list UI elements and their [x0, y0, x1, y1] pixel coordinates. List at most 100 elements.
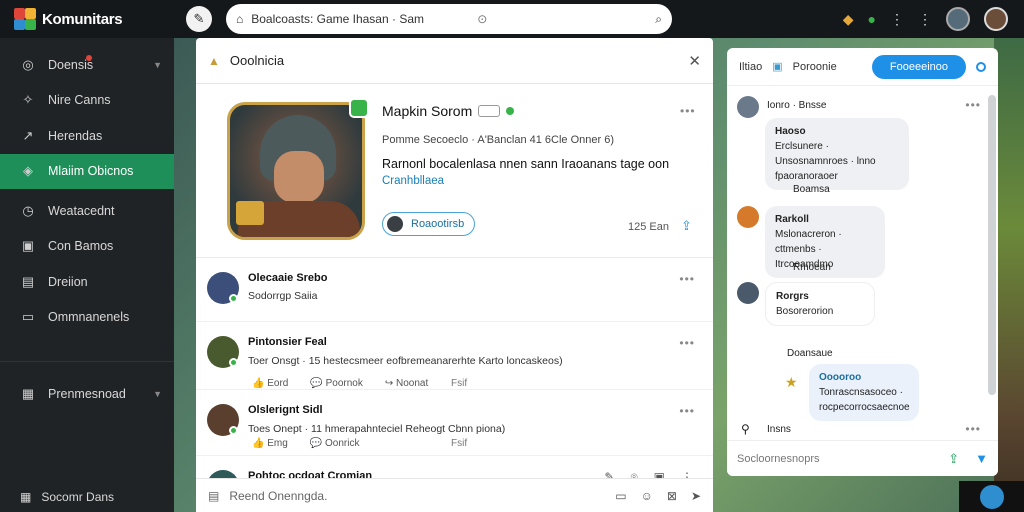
chat-scrollbar[interactable]	[988, 95, 996, 395]
sidebar-item-home[interactable]: ◎ Doensis ▼	[0, 47, 174, 83]
pen-icon: ✎	[193, 11, 205, 26]
status-dot-icon[interactable]	[976, 61, 986, 72]
chat-input-placeholder: Socloornesnoprs	[737, 452, 820, 465]
mini-avatar	[387, 216, 403, 232]
trending-icon: ↗	[22, 127, 34, 143]
post: Olslerignt Sidl Toes Onept · 11 hmerapah…	[196, 390, 713, 456]
share-icon[interactable]: ⇪	[948, 451, 959, 467]
bubble-title: Ooooroo	[819, 372, 862, 383]
compose-button[interactable]: ✎	[186, 6, 212, 32]
bubble-title: Rorgrs	[776, 291, 809, 302]
sidebar-item-trending[interactable]: ↗ Herendas	[0, 118, 174, 154]
chat-message: ⚲ Insns •••	[727, 418, 989, 442]
more-icon[interactable]: •••	[965, 422, 981, 436]
sidebar-item-chart[interactable]: ▤ Dreiion	[0, 264, 174, 300]
post-author[interactable]: Olecaaie Srebo	[248, 272, 328, 284]
panel-header: ▲ Ooolnicia ✕	[196, 38, 713, 84]
sidebar-item-games[interactable]: ▦ Prenmesnoad ▼	[0, 376, 174, 411]
composer-input[interactable]: ▤ Reend Onenngda. ▭ ☺ ⊠ ➤	[196, 478, 713, 512]
gamepad-icon: ▦	[21, 385, 35, 401]
sidebar-item-pins[interactable]: ✧ Nire Canns	[0, 83, 174, 119]
game-icon[interactable]: ◆	[843, 11, 854, 28]
gallery-icon[interactable]: ▭	[615, 489, 626, 503]
send-icon[interactable]: ➤	[691, 489, 701, 503]
friends-icon[interactable]: ●	[868, 11, 876, 27]
search-input[interactable]: ⌂ Boalcoasts: Game Ihasan · Sam ⊙ ⌕	[226, 4, 672, 34]
post-text: Sodorrgp Saiia	[248, 290, 318, 302]
post-meta: Fsif	[451, 438, 468, 449]
sidebar-item-folder[interactable]: ▭ Ommnanenels	[0, 300, 174, 336]
chat-input-tools: ⇪ ▼	[948, 451, 988, 467]
sidebar-item-recent[interactable]: ◷ Weatacednt	[0, 193, 174, 229]
profile-action-button[interactable]: Roaootirsb	[382, 212, 476, 236]
share-button[interactable]: ↪ Noonat	[385, 378, 428, 389]
bubble-text: Erclsunere · Unsosnamnroes · lnno fpaora…	[775, 141, 876, 182]
sticker-icon: ★	[785, 374, 798, 390]
comment-button[interactable]: 💬 Oonrick	[310, 438, 360, 449]
user-icon: ⚲	[741, 422, 750, 436]
bubble-title: Haoso	[775, 126, 806, 137]
toggle-switch[interactable]	[478, 105, 501, 117]
profile-action-label: Roaootirsb	[411, 218, 465, 230]
more-vert-icon[interactable]: ⋮	[890, 11, 904, 28]
status-badge	[349, 98, 369, 118]
chat-bubble: Rorgrs Bosorerorion	[765, 282, 875, 326]
chat-tab-2[interactable]: Poroonie	[793, 61, 837, 73]
profile-portrait[interactable]	[227, 102, 365, 240]
chat-bubble: Haoso Erclsunere · Unsosnamnroes · lnno …	[765, 118, 909, 190]
online-dot	[229, 358, 238, 367]
chat-panel: Iltiao ▣ Poroonie Fooeeeinoo Ionro · Bns…	[727, 48, 998, 476]
sidebar-item-calendar[interactable]: ▣ Con Bamos	[0, 229, 174, 265]
chat-reply: Rmoean	[793, 262, 831, 273]
clear-icon[interactable]: ⊙	[477, 12, 487, 26]
more-icon[interactable]: •••	[965, 98, 981, 112]
brand[interactable]: Komunitars	[0, 8, 176, 30]
more-icon[interactable]: •••	[680, 104, 696, 118]
more-icon[interactable]: •••	[679, 336, 695, 350]
chat-tab-1[interactable]: Iltiao	[739, 61, 762, 73]
folder-icon: ▭	[21, 309, 35, 325]
chat-avatar[interactable]	[737, 206, 759, 228]
chat-avatar[interactable]	[737, 96, 759, 118]
bubble-text: Tonrascnsasoceo · rocpecorrocsaecnoe	[819, 387, 910, 413]
tag-icon: ◈	[23, 163, 33, 179]
search-icon[interactable]: ⌕	[655, 12, 662, 27]
more-vert-icon-2[interactable]: ⋮	[918, 11, 932, 28]
avatar[interactable]	[946, 7, 970, 31]
chat-input[interactable]: Socloornesnoprs ⇪ ▼	[727, 440, 998, 476]
chat-message: Rorgrs Bosorerorion Doansaue	[727, 276, 989, 359]
close-icon[interactable]: ✕	[688, 52, 701, 70]
more-icon[interactable]: •••	[679, 272, 695, 286]
bubble-title: Rarkoll	[775, 214, 809, 225]
sidebar-footer[interactable]: ▦ Socomr Dans	[0, 482, 174, 512]
post-text: Toes Onept · 11 hmerapahnteciel Reheogt …	[248, 423, 506, 435]
chevron-down-icon[interactable]: ▼	[153, 60, 162, 70]
app-logo-icon	[14, 8, 36, 30]
chat-avatar[interactable]	[737, 282, 759, 304]
online-dot	[229, 426, 238, 435]
post-author[interactable]: Pintonsier Feal	[248, 336, 327, 348]
like-button[interactable]: 👍 Eord	[252, 378, 288, 389]
share-icon[interactable]: ⇪	[681, 218, 692, 234]
online-indicator	[506, 107, 515, 115]
chat-author: Insns	[767, 424, 791, 435]
like-button[interactable]: 👍 Emg	[252, 438, 288, 449]
chat-cta-button[interactable]: Fooeeeinoo	[871, 54, 966, 79]
clock-icon: ◷	[22, 202, 34, 218]
post-author[interactable]: Olslerignt Sidl	[248, 404, 323, 416]
more-icon[interactable]: •••	[679, 404, 695, 418]
post: Olecaaie Srebo Sodorrgp Saiia •••	[196, 258, 713, 322]
comment-button[interactable]: 💬 Poornok	[310, 378, 362, 389]
chat-tab-icon: ▣	[772, 61, 783, 73]
bird-icon[interactable]: ▼	[975, 451, 988, 467]
avatar-secondary[interactable]	[984, 7, 1008, 31]
sidebar-item-active[interactable]: ◈ Mlaiim Obicnos	[0, 153, 181, 189]
top-bar: Komunitars ✎ ⌂ Boalcoasts: Game Ihasan ·…	[0, 0, 1024, 38]
emoji-icon[interactable]: ☺	[641, 489, 653, 503]
bubble-text: Bosorerorion	[776, 306, 834, 317]
profile-link[interactable]: Cranhbllaea	[382, 175, 444, 187]
profile-bio: Rarnonl bocalenlasa nnen sann Iraoanans …	[382, 157, 670, 171]
chevron-down-icon[interactable]: ▼	[153, 389, 162, 399]
attach-icon[interactable]: ⊠	[667, 489, 677, 503]
dock-app-icon[interactable]	[979, 484, 1004, 509]
